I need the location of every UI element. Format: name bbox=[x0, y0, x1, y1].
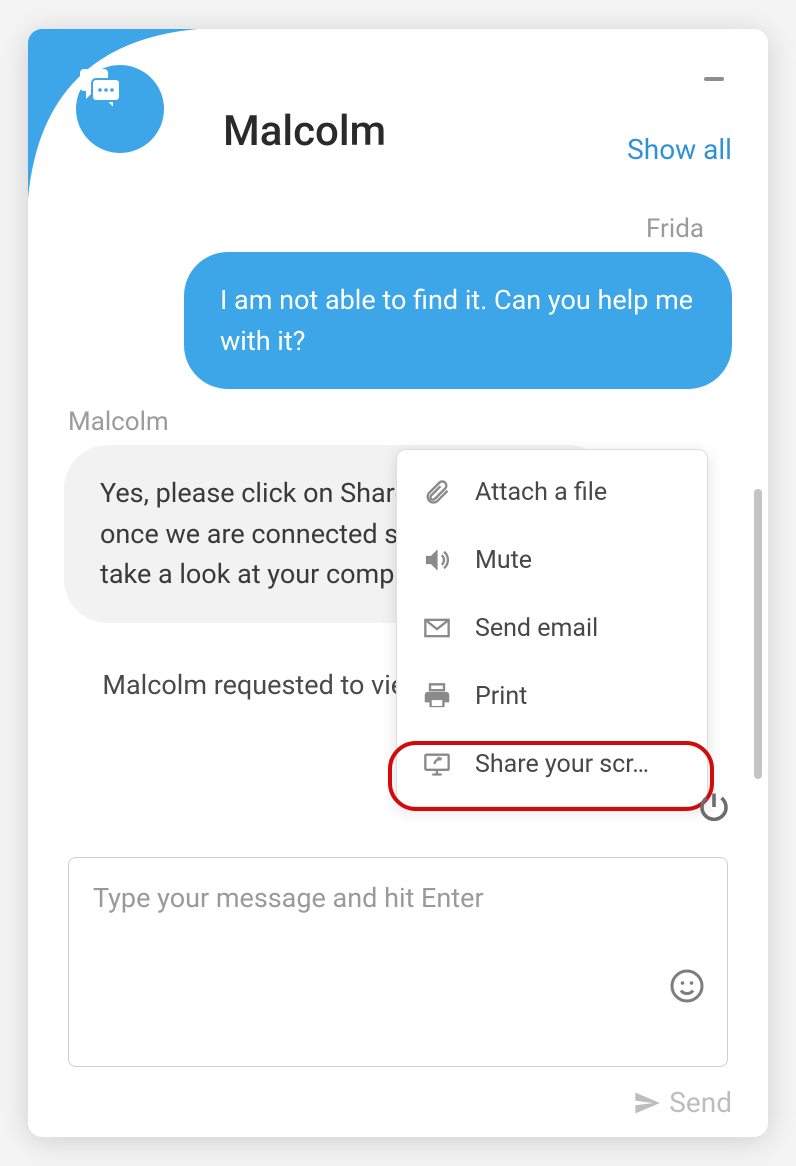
menu-label: Print bbox=[475, 682, 527, 711]
menu-send-email[interactable]: Send email bbox=[397, 594, 707, 662]
power-button[interactable] bbox=[696, 789, 732, 825]
chat-header: Malcolm Show all bbox=[28, 29, 768, 179]
envelope-icon bbox=[421, 612, 453, 644]
printer-icon bbox=[421, 680, 453, 712]
message-out: I am not able to find it. Can you help m… bbox=[184, 252, 732, 389]
menu-print[interactable]: Print bbox=[397, 662, 707, 730]
menu-mute[interactable]: Mute bbox=[397, 526, 707, 594]
sender-name-out: Frida bbox=[64, 214, 704, 244]
message-input[interactable]: Type your message and hit Enter bbox=[68, 857, 728, 1067]
actions-menu: Attach a file Mute Send email Print Shar… bbox=[396, 449, 708, 807]
menu-attach-file[interactable]: Attach a file bbox=[397, 458, 707, 526]
emoji-button[interactable] bbox=[669, 968, 705, 1004]
menu-share-screen[interactable]: Share your scr… bbox=[397, 730, 707, 798]
menu-label: Share your scr… bbox=[475, 750, 649, 779]
send-button[interactable]: Send bbox=[633, 1086, 732, 1119]
menu-label: Attach a file bbox=[475, 478, 607, 507]
share-screen-icon bbox=[421, 748, 453, 780]
scrollbar-thumb[interactable] bbox=[754, 489, 762, 779]
menu-label: Mute bbox=[475, 546, 532, 575]
speaker-icon bbox=[421, 544, 453, 576]
send-label: Send bbox=[669, 1086, 732, 1119]
chat-window: Malcolm Show all Frida I am not able to … bbox=[28, 29, 768, 1137]
minimize-button[interactable] bbox=[704, 77, 724, 81]
input-placeholder: Type your message and hit Enter bbox=[93, 882, 484, 914]
paperclip-icon bbox=[421, 476, 453, 508]
chat-title: Malcolm bbox=[223, 107, 386, 156]
menu-label: Send email bbox=[475, 614, 598, 643]
sender-name-in: Malcolm bbox=[68, 407, 732, 437]
show-all-link[interactable]: Show all bbox=[627, 133, 732, 166]
